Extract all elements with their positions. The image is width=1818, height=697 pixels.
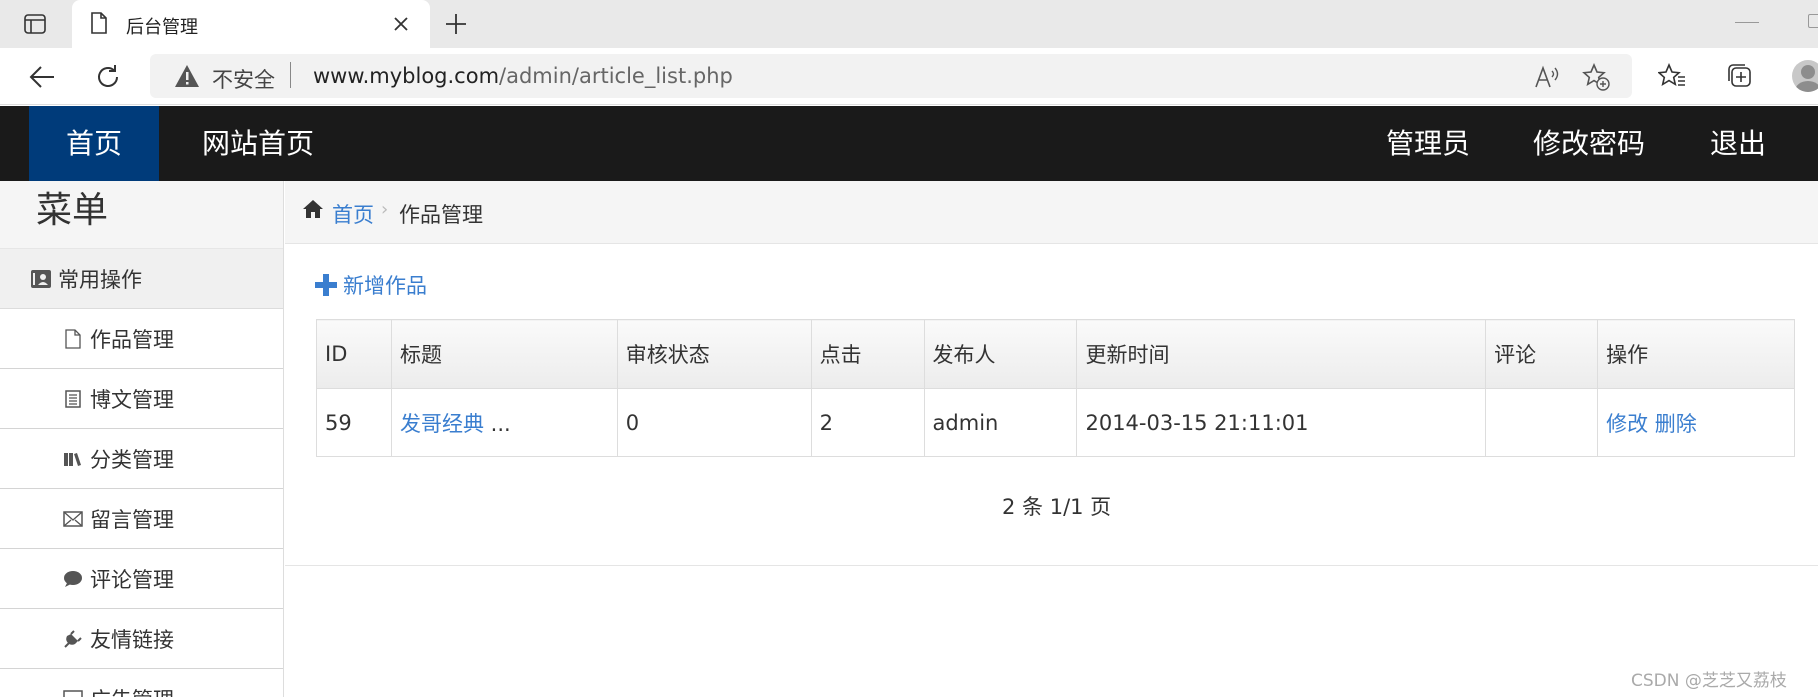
warning-icon[interactable] [174, 64, 200, 92]
title-ellipsis: ... [483, 411, 511, 436]
favorites-icon[interactable] [1655, 59, 1689, 93]
cell-comments [1485, 388, 1599, 457]
cell-actions: 修改 删除 [1597, 388, 1795, 457]
sidebar-item-links[interactable]: 友情链接 [0, 609, 283, 669]
sidebar-item-label: 友情链接 [90, 627, 174, 652]
sidebar-item-ads[interactable]: 广告管理 [0, 669, 283, 697]
sidebar-item-label: 广告管理 [90, 684, 174, 697]
new-tab-icon[interactable] [440, 9, 472, 39]
maximize-icon[interactable] [1808, 14, 1818, 28]
sidebar-item-label: 博文管理 [90, 387, 174, 412]
cell-title: 发哥经典 ... [390, 388, 618, 457]
admin-top-nav: 首页 网站首页 管理员 修改密码 退出 [0, 106, 1818, 181]
url-bar[interactable]: 不安全 www.myblog.com/admin/article_list.ph… [150, 54, 1632, 98]
add-work-button[interactable]: 新增作品 [315, 270, 427, 300]
profile-avatar[interactable] [1792, 60, 1818, 92]
plug-icon [62, 628, 84, 650]
delete-link[interactable]: 删除 [1655, 412, 1697, 436]
add-favorite-icon[interactable] [1581, 62, 1611, 92]
reload-icon[interactable] [88, 57, 128, 97]
sidebar-item-label: 分类管理 [90, 447, 174, 472]
contact-card-icon [30, 268, 52, 290]
nav-home[interactable]: 首页 [29, 106, 159, 181]
nav-change-password[interactable]: 修改密码 [1526, 106, 1652, 181]
sidebar-header: 菜单 [0, 181, 283, 249]
edit-link[interactable]: 修改 [1606, 412, 1648, 436]
pagination-info: 2 条 1/1 页 [1002, 495, 1112, 519]
list-icon [62, 388, 84, 410]
sidebar-item-label: 评论管理 [90, 567, 174, 592]
column-header-id: ID [316, 319, 392, 389]
works-table: ID 标题 审核状态 点击 发布人 更新时间 评论 操作 59 发哥经典 ...… [316, 319, 1795, 457]
column-header-title: 标题 [390, 319, 618, 389]
browser-tab-bar: 后台管理 [0, 0, 1818, 48]
column-header-status: 审核状态 [616, 319, 812, 389]
close-tab-icon[interactable] [386, 9, 416, 39]
content-divider [285, 565, 1818, 566]
security-label[interactable]: 不安全 [212, 64, 275, 94]
breadcrumb-home-link[interactable]: 首页 [332, 199, 374, 229]
url-path: /admin/article_list.php [499, 64, 733, 88]
minimize-icon[interactable] [1735, 22, 1759, 23]
image-icon [62, 688, 84, 697]
table-row: 59 发哥经典 ... 0 2 admin 2014-03-15 21:11:0… [316, 388, 1795, 457]
tab-title: 后台管理 [126, 17, 198, 38]
nav-site-home[interactable]: 网站首页 [195, 106, 321, 181]
collections-icon[interactable] [1723, 59, 1757, 93]
cell-updated: 2014-03-15 21:11:01 [1076, 388, 1487, 457]
sidebar-item-works[interactable]: 作品管理 [0, 309, 283, 369]
sidebar-item-categories[interactable]: 分类管理 [0, 429, 283, 489]
page-icon [90, 12, 108, 38]
tab-actions-icon[interactable] [20, 9, 50, 39]
envelope-icon [62, 508, 84, 530]
sidebar-item-label: 留言管理 [90, 507, 174, 532]
watermark: CSDN @芝芝又荔枝 [1631, 671, 1787, 691]
sidebar-item-messages[interactable]: 留言管理 [0, 489, 283, 549]
sidebar-item-comments[interactable]: 评论管理 [0, 549, 283, 609]
title-link[interactable]: 发哥经典 [400, 412, 484, 436]
table-header-row: ID 标题 审核状态 点击 发布人 更新时间 评论 操作 [316, 319, 1795, 389]
back-icon[interactable] [22, 57, 62, 97]
sidebar-item-posts[interactable]: 博文管理 [0, 369, 283, 429]
sidebar-group-common[interactable]: 常用操作 [0, 249, 283, 309]
file-icon [62, 328, 84, 350]
plus-icon [315, 274, 337, 296]
sidebar-group-label: 常用操作 [58, 267, 142, 292]
breadcrumb-separator-icon: › [381, 199, 389, 220]
address-bar-row: 不安全 www.myblog.com/admin/article_list.ph… [0, 48, 1818, 105]
column-header-clicks: 点击 [810, 319, 925, 389]
breadcrumb-current: 作品管理 [399, 203, 483, 227]
cell-clicks: 2 [810, 388, 925, 457]
column-header-updated: 更新时间 [1076, 319, 1487, 389]
cell-author: admin [923, 388, 1078, 457]
books-icon [62, 448, 84, 470]
add-work-label: 新增作品 [343, 274, 427, 298]
column-header-comments: 评论 [1485, 319, 1599, 389]
comment-icon [62, 568, 84, 590]
url-host: www.myblog.com [313, 64, 500, 88]
sidebar: 菜单 常用操作 作品管理 博文管理 分类管理 留言管理 评论管理 友情链接 [0, 181, 284, 697]
home-icon [302, 199, 324, 223]
url-separator [290, 62, 291, 88]
nav-admin[interactable]: 管理员 [1376, 106, 1480, 181]
column-header-actions: 操作 [1597, 319, 1795, 389]
browser-tab[interactable]: 后台管理 [72, 0, 430, 48]
url-text[interactable]: www.myblog.com/admin/article_list.php [313, 64, 733, 88]
sidebar-item-label: 作品管理 [90, 327, 174, 352]
cell-id: 59 [316, 388, 392, 457]
read-aloud-icon[interactable] [1532, 62, 1562, 92]
breadcrumb: 首页 › 作品管理 [285, 181, 1818, 244]
nav-logout[interactable]: 退出 [1700, 106, 1776, 181]
cell-status: 0 [616, 388, 812, 457]
column-header-author: 发布人 [923, 319, 1078, 389]
